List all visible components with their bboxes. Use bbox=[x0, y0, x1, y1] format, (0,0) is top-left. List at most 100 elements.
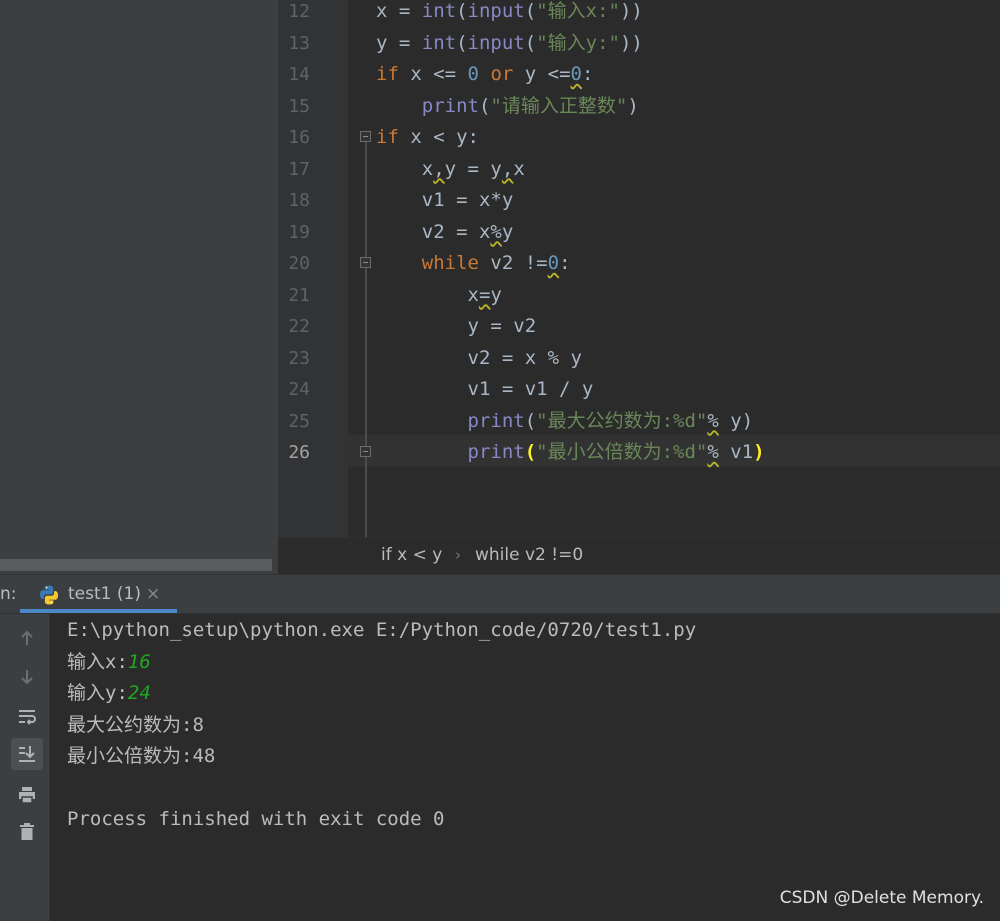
code-token: , bbox=[433, 157, 445, 180]
code-token: "请输入正整数" bbox=[490, 94, 628, 117]
code-token: % bbox=[707, 409, 719, 432]
line-number: 13 bbox=[288, 32, 310, 54]
code-line[interactable]: if x <= 0 or y <=0: bbox=[376, 59, 593, 91]
code-line[interactable]: print("请输入正整数") bbox=[376, 91, 639, 123]
run-toolbar bbox=[0, 614, 50, 921]
console-gcd-output: 最大公约数为:8 bbox=[67, 714, 204, 736]
code-token: v1 = v1 / y bbox=[376, 378, 594, 400]
code-token: while bbox=[421, 252, 479, 274]
console-lcm-output: 最小公倍数为:48 bbox=[67, 745, 216, 767]
scroll-to-end-icon bbox=[19, 746, 35, 762]
code-line[interactable]: print("最小公倍数为:%d"% v1) bbox=[376, 437, 765, 469]
clear-all-button[interactable] bbox=[11, 816, 43, 848]
user-input-value: 24 bbox=[127, 682, 151, 704]
code-token: ) bbox=[627, 94, 639, 117]
code-token: print bbox=[421, 94, 479, 117]
line-number: 23 bbox=[288, 347, 310, 369]
code-token: or bbox=[490, 63, 514, 85]
code-token: ( bbox=[524, 31, 537, 54]
trash-icon bbox=[20, 823, 34, 840]
code-token: , bbox=[501, 157, 514, 180]
code-token: x bbox=[376, 157, 434, 180]
code-line[interactable]: x,y = y,x bbox=[376, 154, 525, 186]
code-line[interactable]: while v2 !=0: bbox=[376, 248, 571, 280]
code-line[interactable]: x = int(input("输入x:")) bbox=[376, 0, 643, 28]
arrow-up-icon bbox=[21, 630, 33, 645]
code-line[interactable]: x=y bbox=[376, 280, 502, 312]
code-token: ( bbox=[524, 409, 537, 432]
code-line[interactable]: v1 = v1 / y bbox=[376, 374, 594, 406]
breadcrumb-item-if[interactable]: if x < y bbox=[381, 545, 442, 565]
code-token: print bbox=[467, 441, 525, 463]
console-prompt-y: 输入y:24 bbox=[67, 678, 151, 710]
user-input-value: 16 bbox=[127, 651, 151, 673]
code-token: "最小公倍数为:%d" bbox=[536, 441, 708, 463]
soft-wrap-icon bbox=[19, 710, 36, 725]
line-number: 22 bbox=[288, 316, 310, 337]
line-number: 21 bbox=[288, 284, 310, 306]
code-line[interactable]: if x < y: bbox=[376, 122, 479, 154]
code-token: )) bbox=[619, 0, 643, 22]
code-token: : bbox=[559, 252, 571, 274]
run-panel-label: n: bbox=[0, 584, 17, 604]
project-panel[interactable] bbox=[0, 0, 278, 574]
line-number: 25 bbox=[288, 410, 310, 432]
code-token: input bbox=[467, 0, 525, 22]
code-token: x <= bbox=[398, 63, 468, 85]
code-token: v1 bbox=[718, 441, 754, 463]
close-icon[interactable]: × bbox=[146, 584, 160, 604]
fold-marker-if[interactable] bbox=[360, 131, 371, 142]
line-number: 20 bbox=[288, 253, 310, 274]
code-line[interactable]: v2 = x%y bbox=[376, 217, 514, 249]
console-command-line: E:\python_setup\python.exe E:/Python_cod… bbox=[67, 619, 697, 641]
line-number: 12 bbox=[288, 1, 310, 22]
code-token: print bbox=[467, 409, 525, 432]
project-panel-scrollbar[interactable] bbox=[0, 559, 272, 571]
code-line[interactable]: v2 = x % y bbox=[376, 343, 582, 375]
soft-wrap-button[interactable] bbox=[11, 701, 43, 733]
code-token: y) bbox=[718, 409, 754, 432]
code-token: v1 = x*y bbox=[376, 189, 514, 211]
scroll-down-button[interactable] bbox=[11, 661, 43, 693]
prompt-text: 输入y: bbox=[67, 682, 128, 704]
code-token: x bbox=[513, 157, 525, 180]
line-number: 16 bbox=[288, 127, 310, 148]
code-token: y = bbox=[376, 31, 422, 54]
code-token: v2 != bbox=[478, 252, 548, 274]
python-icon bbox=[40, 585, 58, 605]
code-token: 0 bbox=[570, 63, 582, 85]
line-number: 15 bbox=[288, 95, 310, 117]
prompt-text: 输入x: bbox=[67, 651, 128, 673]
code-token: input bbox=[467, 31, 525, 54]
code-token: = bbox=[478, 283, 491, 306]
code-token: if bbox=[376, 63, 399, 85]
line-number: 19 bbox=[288, 221, 310, 243]
console-exit-message: Process finished with exit code 0 bbox=[67, 808, 445, 830]
fold-marker-while[interactable] bbox=[360, 257, 371, 268]
code-line[interactable]: v1 = x*y bbox=[376, 185, 514, 217]
scroll-to-end-button[interactable] bbox=[11, 738, 43, 770]
fold-marker-end[interactable] bbox=[360, 446, 371, 457]
print-icon bbox=[19, 787, 35, 804]
code-line[interactable]: y = v2 bbox=[376, 311, 537, 343]
rerun-up-button[interactable] bbox=[11, 622, 43, 654]
code-token: y bbox=[501, 220, 514, 243]
code-token: y = v2 bbox=[376, 315, 537, 337]
code-token: % bbox=[707, 441, 719, 463]
code-line[interactable]: print("最大公约数为:%d"% y) bbox=[376, 406, 754, 438]
code-token: y <= bbox=[513, 63, 571, 85]
code-token: % bbox=[490, 220, 502, 243]
print-button[interactable] bbox=[11, 779, 43, 811]
code-token: )) bbox=[619, 31, 643, 54]
watermark: CSDN @Delete Memory. bbox=[779, 888, 984, 908]
code-line[interactable]: y = int(input("输入y:")) bbox=[376, 28, 643, 60]
breadcrumb-item-while[interactable]: while v2 !=0 bbox=[475, 545, 583, 565]
code-token: v2 = x % y bbox=[376, 346, 582, 369]
code-token: int bbox=[421, 31, 457, 54]
code-token: ( bbox=[456, 31, 468, 54]
breadcrumb-separator: › bbox=[455, 546, 461, 564]
